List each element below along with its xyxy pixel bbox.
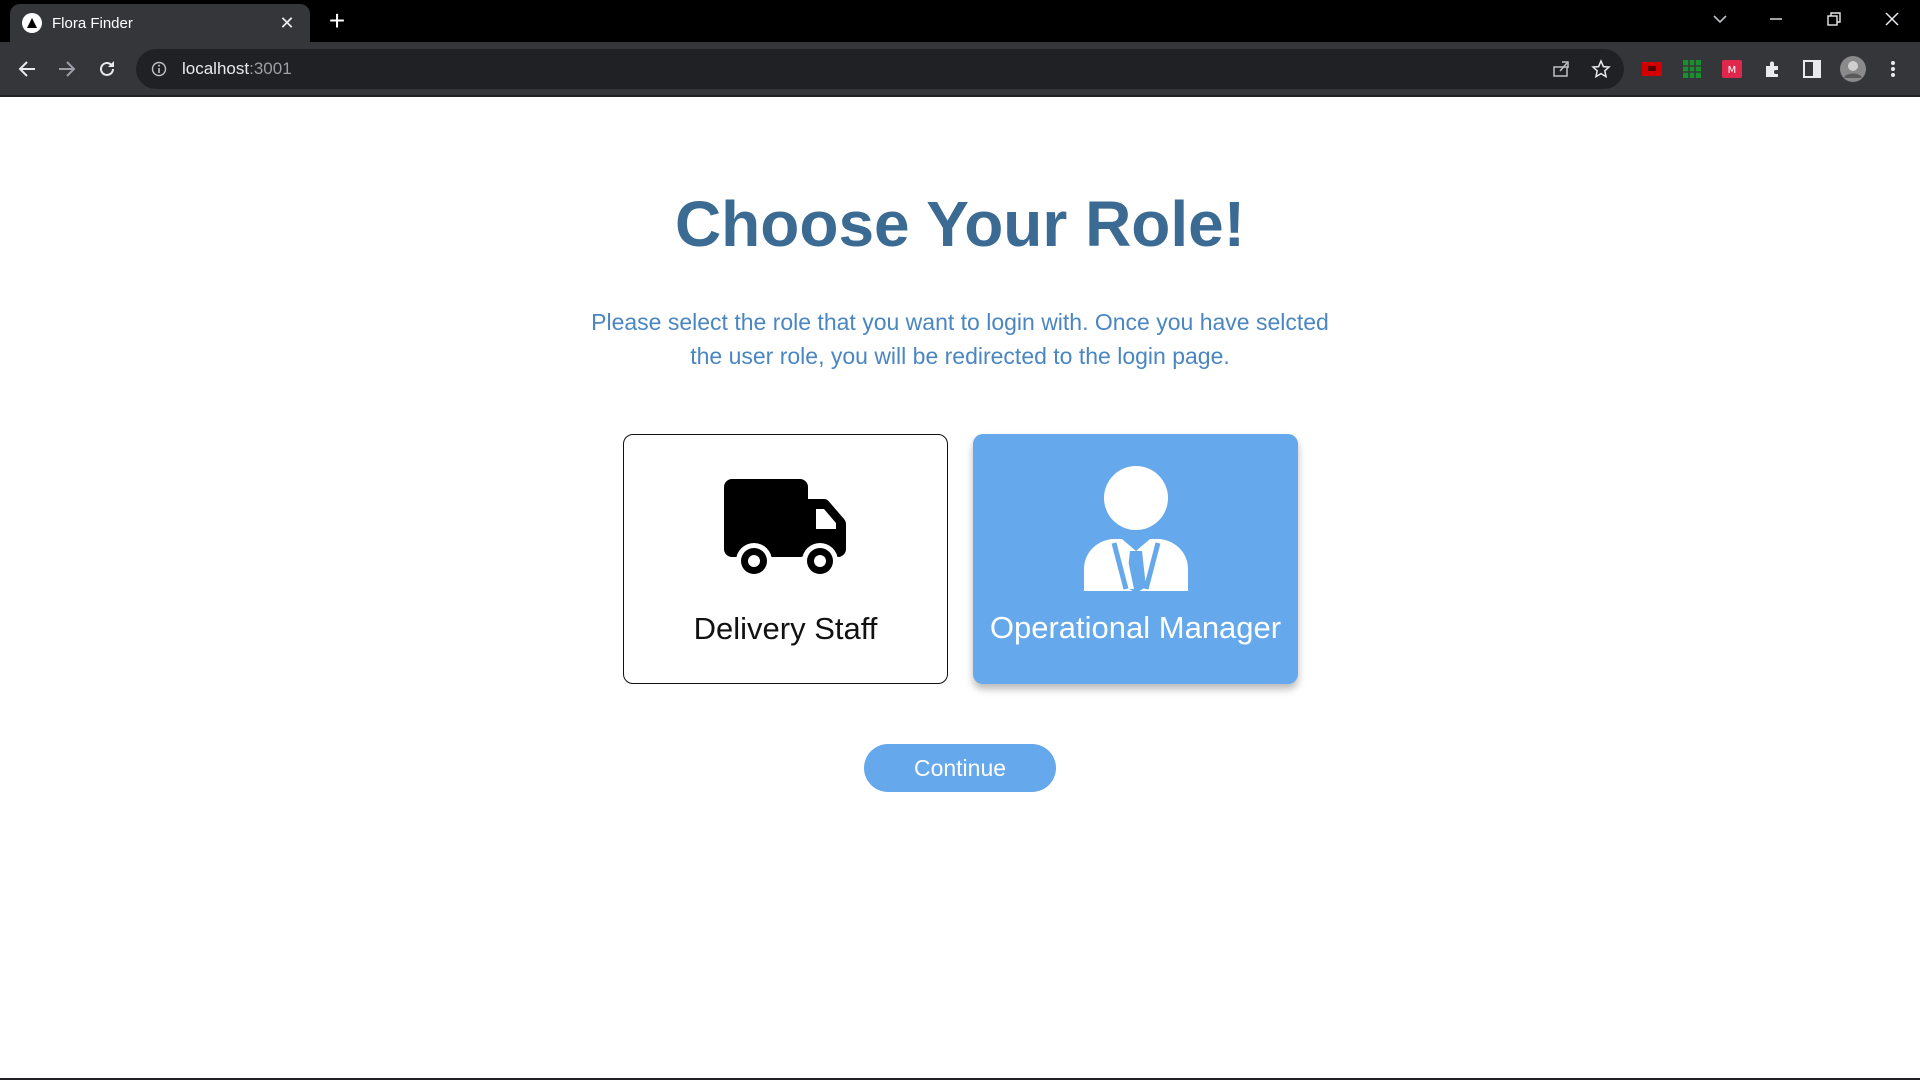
side-panel-icon[interactable] [1801, 58, 1823, 80]
chrome-menu-icon[interactable] [1882, 58, 1904, 80]
share-icon[interactable] [1544, 52, 1578, 86]
site-info-icon[interactable] [150, 60, 168, 78]
browser-tab-strip: Flora Finder ✕ + [0, 0, 1920, 42]
page-description: Please select the role that you want to … [591, 309, 1329, 369]
browser-tab[interactable]: Flora Finder ✕ [10, 4, 310, 42]
truck-icon [722, 477, 850, 581]
extension-green-grid-icon[interactable] [1681, 58, 1703, 80]
url-host: localhost [182, 59, 250, 78]
new-tab-button[interactable]: + [322, 6, 352, 36]
tab-title: Flora Finder [52, 14, 133, 32]
address-bar[interactable]: localhost:3001 [136, 49, 1624, 89]
browser-toolbar: localhost:3001 [0, 42, 1920, 95]
page-title: Choose Your Role! [674, 188, 1246, 260]
favicon-icon [22, 13, 42, 33]
restore-icon[interactable] [1810, 0, 1858, 38]
role-card-operational-manager[interactable]: Operational Manager [973, 434, 1298, 684]
forward-icon[interactable] [50, 52, 84, 86]
url-port: :3001 [249, 59, 292, 78]
svg-text:M: M [1728, 65, 1737, 76]
extension-red-icon[interactable] [1641, 58, 1663, 80]
extension-pink-icon[interactable]: M [1721, 58, 1743, 80]
role-label: Delivery Staff [693, 611, 878, 646]
extensions-icon[interactable] [1761, 58, 1783, 80]
tab-search-icon[interactable] [1696, 0, 1744, 38]
role-selection-page: Choose Your Role! Please select the role… [0, 97, 1920, 1078]
profile-avatar[interactable] [1840, 56, 1866, 82]
manager-icon [1080, 465, 1192, 591]
back-icon[interactable] [10, 52, 44, 86]
role-card-delivery-staff[interactable]: Delivery Staff [623, 434, 948, 684]
role-label: Operational Manager [989, 610, 1282, 645]
reload-icon[interactable] [90, 52, 124, 86]
tab-close-icon[interactable]: ✕ [276, 12, 298, 34]
bookmark-star-icon[interactable] [1584, 52, 1618, 86]
minimize-icon[interactable] [1752, 0, 1800, 38]
continue-button[interactable]: Continue [864, 744, 1056, 792]
close-window-icon[interactable] [1868, 0, 1916, 38]
